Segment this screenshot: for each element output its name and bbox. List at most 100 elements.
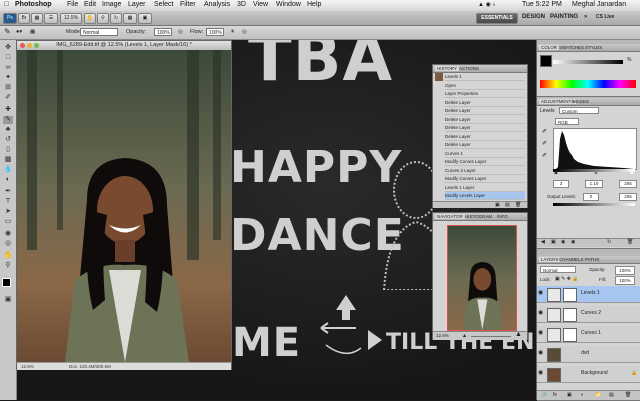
- airbrush-icon[interactable]: ☀: [230, 29, 235, 35]
- history-item[interactable]: Levels 1 Layer: [445, 184, 525, 192]
- layer-row[interactable]: ◉ Curves 1: [537, 326, 640, 343]
- tab-styles[interactable]: STYLES: [585, 45, 602, 50]
- zoom-level-select[interactable]: 12.5%: [60, 13, 82, 24]
- history-item[interactable]: Delete Layer: [445, 124, 525, 132]
- zoom-tool-icon[interactable]: ⚲: [97, 13, 109, 24]
- pen-tool-icon[interactable]: ✒: [3, 188, 13, 196]
- menu-app-name[interactable]: Photoshop: [15, 1, 52, 8]
- portrait-photo[interactable]: [17, 50, 231, 362]
- menu-file[interactable]: File: [67, 1, 78, 8]
- toggle-brush-panel-icon[interactable]: ▦: [30, 29, 35, 35]
- workspace-design[interactable]: DESIGN: [522, 13, 545, 22]
- reset-adjustment-icon[interactable]: ↻: [607, 239, 611, 245]
- menu-image[interactable]: Image: [102, 1, 121, 8]
- layer-visibility-eye-icon[interactable]: ◉: [538, 310, 544, 316]
- history-snapshot-thumbnail[interactable]: [435, 73, 443, 81]
- new-group-icon[interactable]: 📁: [595, 392, 601, 398]
- fill-field[interactable]: 100%: [615, 276, 635, 285]
- 3d-orbit-tool-icon[interactable]: ◎: [3, 240, 13, 248]
- new-adjustment-layer-icon[interactable]: ◐: [581, 392, 584, 398]
- input-black-slider[interactable]: ▲: [553, 170, 559, 176]
- cs-live-button[interactable]: CS Live: [596, 13, 614, 22]
- history-item[interactable]: Levels 1: [445, 73, 525, 81]
- menu-3d[interactable]: 3D: [237, 1, 246, 8]
- tab-paths[interactable]: PATHS: [585, 257, 599, 262]
- zoom-in-icon[interactable]: ▲: [515, 331, 522, 338]
- expand-view-icon[interactable]: ▣: [551, 239, 556, 245]
- eyedropper-tool-icon[interactable]: ✐: [3, 94, 13, 102]
- flow-field[interactable]: 100%: [206, 28, 224, 36]
- arrange-documents-icon[interactable]: ▦: [123, 13, 137, 24]
- delete-adjustment-icon[interactable]: 🗑: [627, 239, 633, 245]
- clone-stamp-tool-icon[interactable]: ♣: [3, 126, 13, 134]
- input-white-field[interactable]: 255: [619, 180, 637, 188]
- layer-style-icon[interactable]: fx: [553, 392, 557, 398]
- input-gray-field[interactable]: 1.10: [585, 180, 603, 188]
- tab-layers[interactable]: LAYERS: [539, 257, 561, 262]
- adjustment-layer-icon[interactable]: [547, 288, 561, 302]
- crop-tool-icon[interactable]: ⊞: [3, 84, 13, 92]
- menu-clock[interactable]: Tue 5:22 PM: [522, 1, 562, 8]
- output-black-field[interactable]: 0: [583, 193, 599, 201]
- zoom-window-icon[interactable]: [34, 43, 39, 48]
- 3d-rotate-tool-icon[interactable]: ◉: [3, 230, 13, 238]
- gradient-tool-icon[interactable]: ▩: [3, 156, 13, 164]
- link-layers-icon[interactable]: 🔗: [541, 392, 547, 398]
- layer-mask-thumbnail[interactable]: [563, 308, 577, 322]
- hand-tool-icon[interactable]: ✋: [84, 13, 96, 24]
- history-item[interactable]: Open: [445, 82, 525, 90]
- status-zoom[interactable]: 12.5%: [21, 363, 34, 370]
- new-snapshot-icon[interactable]: ▣: [495, 202, 500, 208]
- clip-to-layer-icon[interactable]: ◉: [561, 239, 565, 245]
- history-item[interactable]: Curves 1: [445, 150, 525, 158]
- adjustment-layer-icon[interactable]: [547, 328, 561, 342]
- hand-tool-icon[interactable]: ✋: [3, 252, 13, 260]
- menu-help[interactable]: Help: [307, 1, 321, 8]
- history-item[interactable]: Delete Layer: [445, 116, 525, 124]
- history-item[interactable]: Modify Curves Layer: [445, 175, 525, 183]
- delete-state-icon[interactable]: 🗑: [515, 202, 521, 208]
- add-mask-icon[interactable]: ▣: [567, 392, 572, 398]
- history-item[interactable]: Modify Levels Layer: [445, 192, 525, 200]
- layer-row[interactable]: ◉ dvd: [537, 346, 640, 363]
- navigator-proxy-view[interactable]: [447, 225, 517, 331]
- workspace-essentials[interactable]: ESSENTIALS: [476, 13, 518, 24]
- marquee-tool-icon[interactable]: □: [3, 54, 13, 62]
- color-foreground-swatch[interactable]: [540, 55, 552, 67]
- extras-icon[interactable]: ☰: [44, 13, 58, 24]
- status-doc-info[interactable]: Doc: 120.4M/300.6M: [69, 363, 111, 370]
- tab-actions[interactable]: ACTIONS: [459, 66, 479, 71]
- menu-view[interactable]: View: [253, 1, 268, 8]
- color-slider[interactable]: [553, 60, 623, 64]
- opacity-field[interactable]: 100%: [154, 28, 172, 36]
- layer-visibility-eye-icon[interactable]: ◉: [538, 290, 544, 296]
- layer-thumbnail[interactable]: [547, 368, 561, 382]
- workspace-more[interactable]: »: [584, 13, 587, 22]
- navigator-zoom-value[interactable]: 12.5%: [436, 333, 449, 338]
- history-brush-tool-icon[interactable]: ↺: [3, 136, 13, 144]
- healing-brush-tool-icon[interactable]: ✚: [3, 106, 13, 114]
- layer-visibility-eye-icon[interactable]: ◉: [538, 350, 544, 356]
- output-white-field[interactable]: 255: [619, 193, 637, 201]
- menu-edit[interactable]: Edit: [84, 1, 96, 8]
- menu-layer[interactable]: Layer: [128, 1, 146, 8]
- history-item[interactable]: Delete Layer: [445, 99, 525, 107]
- adjustment-layer-icon[interactable]: [547, 308, 561, 322]
- menu-select[interactable]: Select: [154, 1, 173, 8]
- tab-swatches[interactable]: SWATCHES: [559, 45, 584, 50]
- quick-selection-tool-icon[interactable]: ✦: [3, 74, 13, 82]
- menu-analysis[interactable]: Analysis: [204, 1, 230, 8]
- layer-visibility-eye-icon[interactable]: ◉: [538, 330, 544, 336]
- zoom-out-icon[interactable]: ▴: [463, 332, 466, 339]
- color-ramp[interactable]: [540, 80, 636, 88]
- tab-color[interactable]: COLOR: [539, 45, 560, 50]
- tab-masks[interactable]: MASKS: [573, 99, 589, 104]
- output-levels-gradient[interactable]: [553, 203, 635, 206]
- brush-size-picker[interactable]: ●▾: [16, 29, 22, 35]
- eyedropper-gray-icon[interactable]: ✐: [542, 140, 547, 147]
- menu-filter[interactable]: Filter: [180, 1, 196, 8]
- tab-channels[interactable]: CHANNELS: [559, 257, 584, 262]
- bridge-icon[interactable]: Br: [18, 13, 30, 24]
- layer-row[interactable]: ◉ Levels 1: [537, 286, 640, 303]
- levels-channel-select[interactable]: RGB: [555, 118, 579, 125]
